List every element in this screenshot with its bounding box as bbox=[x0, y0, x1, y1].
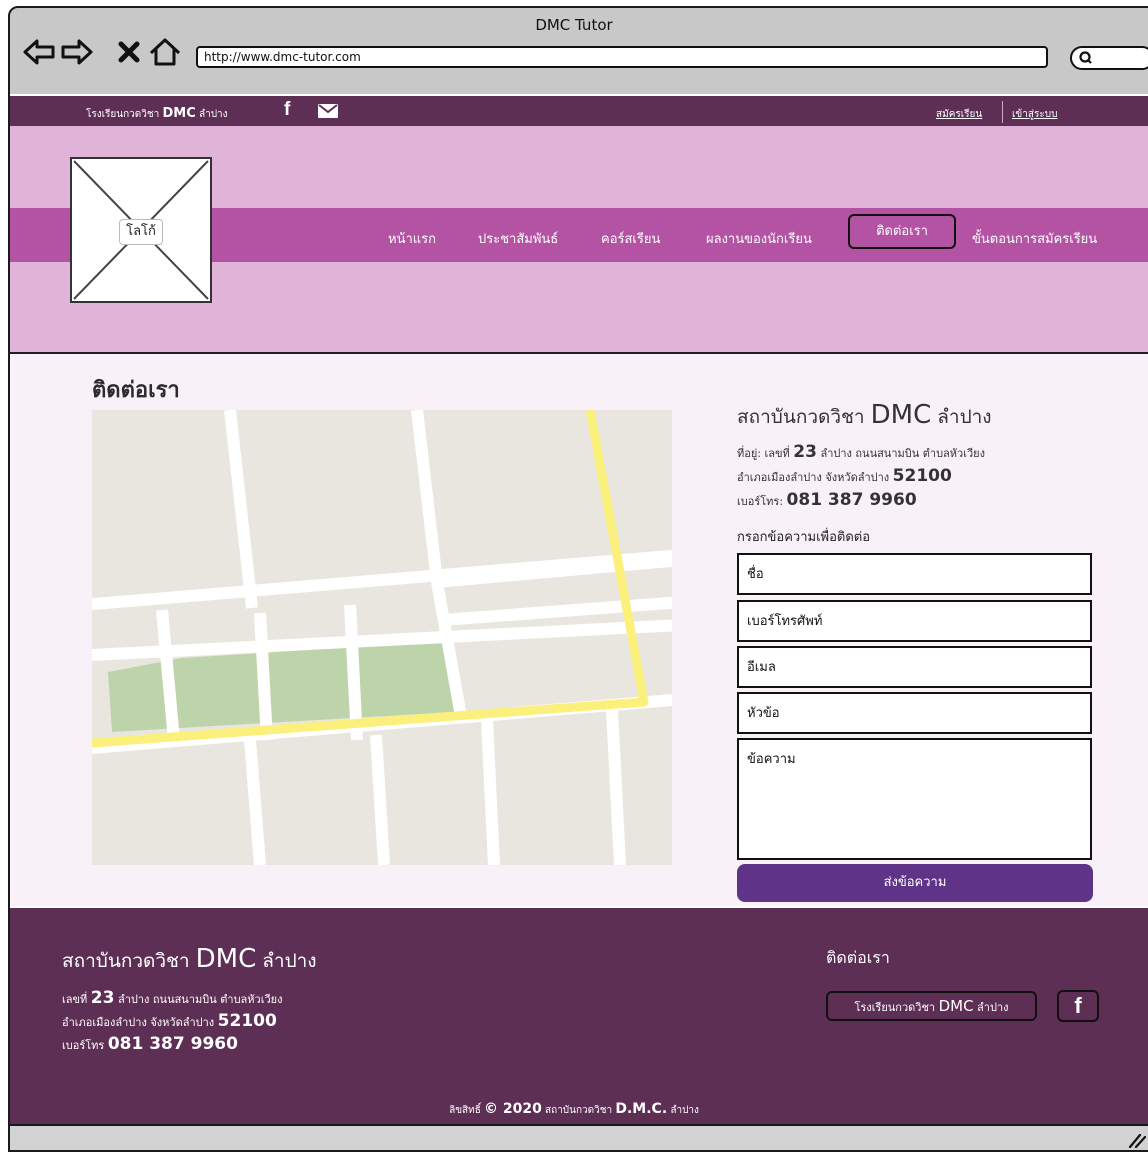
home-icon[interactable] bbox=[148, 36, 182, 68]
address-line-2: อำเภอเมืองลำปาง จังหวัดลำปาง 52100 bbox=[737, 466, 952, 486]
location-map[interactable] bbox=[92, 410, 672, 865]
footer-institute-name: สถาบันกวดวิชา DMC ลำปาง bbox=[62, 944, 317, 974]
search-icon bbox=[1079, 51, 1092, 64]
page-title: ติดต่อเรา bbox=[92, 378, 180, 403]
address-bar[interactable]: http://www.dmc-tutor.com bbox=[196, 46, 1048, 68]
logo-label: โลโก้ bbox=[119, 219, 163, 245]
window-title: DMC Tutor bbox=[535, 16, 613, 34]
nav-news[interactable]: ประชาสัมพันธ์ bbox=[478, 228, 558, 249]
phone-line: เบอร์โทร: 081 387 9960 bbox=[737, 490, 917, 510]
back-arrow-icon[interactable] bbox=[22, 36, 56, 68]
copyright: ลิขสิทธิ์ © 2020 สถาบันกวดวิชา D.M.C. ลำ… bbox=[449, 1101, 699, 1117]
resize-grip-icon[interactable] bbox=[1128, 1132, 1146, 1148]
form-heading: กรอกข้อความเพื่อติดต่อ bbox=[737, 530, 871, 545]
name-field[interactable]: ชื่อ bbox=[737, 553, 1092, 595]
address-line-1: ที่อยู่: เลขที่ 23 ลำปาง ถนนสนามบิน ตำบล… bbox=[737, 442, 985, 462]
nav-contact-active[interactable]: ติดต่อเรา bbox=[848, 214, 956, 249]
register-link[interactable]: สมัครเรียน bbox=[936, 107, 982, 122]
footer-phone: เบอร์โทร 081 387 9960 bbox=[62, 1034, 238, 1054]
send-message-button[interactable]: ส่งข้อความ bbox=[737, 864, 1093, 902]
mail-icon[interactable] bbox=[318, 104, 338, 118]
browser-search-field[interactable] bbox=[1070, 46, 1148, 70]
footer-address-1: เลขที่ 23 ลำปาง ถนนสนามบิน ตำบลหัวเวียง bbox=[62, 988, 283, 1008]
top-divider bbox=[1002, 101, 1003, 123]
facebook-icon[interactable]: f bbox=[284, 99, 290, 121]
nav-home[interactable]: หน้าแรก bbox=[388, 228, 436, 249]
nav-enrollment-steps[interactable]: ขั้นตอนการสมัครเรียน bbox=[972, 228, 1097, 249]
institute-name: สถาบันกวดวิชา DMC ลำปาง bbox=[737, 400, 992, 430]
message-textarea[interactable]: ข้อความ bbox=[737, 738, 1092, 860]
footer-facebook-page-link[interactable]: โรงเรียนกวดวิชา DMC ลำปาง bbox=[826, 991, 1037, 1021]
footer-address-2: อำเภอเมืองลำปาง จังหวัดลำปาง 52100 bbox=[62, 1011, 277, 1031]
map-graphic bbox=[92, 410, 672, 865]
login-link[interactable]: เข้าสู่ระบบ bbox=[1012, 107, 1057, 122]
facebook-icon[interactable]: f bbox=[1057, 990, 1099, 1022]
close-x-icon[interactable] bbox=[116, 36, 142, 68]
nav-student-results[interactable]: ผลงานของนักเรียน bbox=[706, 228, 812, 249]
phone-field[interactable]: เบอร์โทรศัพท์ bbox=[737, 600, 1092, 642]
subject-field[interactable]: หัวข้อ bbox=[737, 692, 1092, 734]
browser-status-bar bbox=[10, 1126, 1148, 1152]
school-name-small: โรงเรียนกวดวิชา DMC ลำปาง bbox=[86, 106, 228, 121]
nav-courses[interactable]: คอร์สเรียน bbox=[601, 228, 660, 249]
footer-contact-title: ติดต่อเรา bbox=[826, 948, 890, 967]
email-field[interactable]: อีเมล bbox=[737, 646, 1092, 688]
forward-arrow-icon[interactable] bbox=[60, 36, 94, 68]
